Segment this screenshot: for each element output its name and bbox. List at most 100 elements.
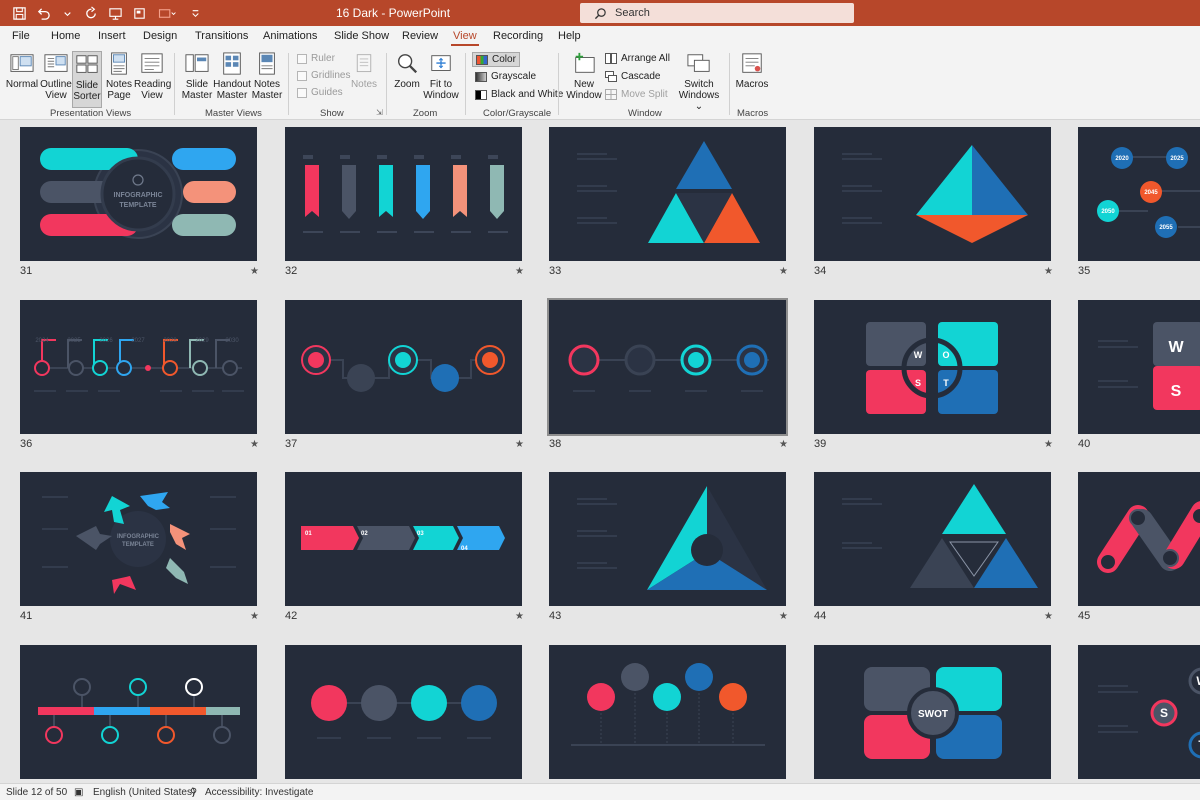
outline-view-label-2: View [45, 90, 67, 101]
outline-view-button[interactable]: Outline View [40, 51, 72, 101]
move-split-button[interactable]: Move Split [605, 89, 668, 100]
slide-40-w: W [1168, 339, 1184, 356]
slide-thumbnail-41[interactable]: INFOGRAPHIC TEMPLATE [20, 472, 257, 606]
gridlines-checkbox[interactable]: Gridlines [297, 70, 350, 81]
slide-thumbnail-43[interactable] [549, 472, 786, 606]
slide-thumbnail-42[interactable]: 01 02 03 04 [285, 472, 522, 606]
arrange-all-button[interactable]: Arrange All [605, 53, 670, 64]
window-title: 16 Dark - PowerPoint [336, 6, 451, 20]
handout-master-button[interactable]: Handout Master [213, 51, 251, 101]
tab-home[interactable]: Home [51, 30, 80, 42]
slide-49-title: SWOT [918, 709, 948, 720]
tab-recording[interactable]: Recording [493, 30, 543, 42]
tab-file[interactable]: File [12, 30, 30, 42]
black-and-white-button[interactable]: Black and White [475, 89, 563, 100]
slide-50-w: W [1196, 674, 1200, 688]
transition-star-icon[interactable]: ★ [515, 611, 524, 622]
slide-thumbnail-32[interactable] [285, 127, 522, 261]
slide-thumbnail-48[interactable] [549, 645, 786, 779]
notes-master-button[interactable]: Notes Master [251, 51, 283, 101]
shape-icon[interactable] [152, 3, 182, 23]
tab-review[interactable]: Review [402, 30, 438, 42]
zoom-button[interactable]: Zoom [392, 51, 422, 90]
slide-39-s: S [915, 378, 921, 388]
ruler-checkbox[interactable]: Ruler [297, 53, 335, 64]
slide-number: 43 [549, 610, 562, 622]
slide-thumbnail-44[interactable] [814, 472, 1051, 606]
notes-label: Notes [350, 79, 378, 90]
slide-42-step-2: 02 [361, 531, 368, 537]
slide-thumbnail-39[interactable]: W O S T [814, 300, 1051, 434]
normal-view-icon [10, 54, 34, 72]
proofing-icon[interactable]: ▣ [74, 787, 83, 798]
accessibility-status[interactable]: Accessibility: Investigate [205, 787, 313, 798]
tab-help[interactable]: Help [558, 30, 581, 42]
slide-thumbnail-50[interactable]: S W T [1078, 645, 1200, 779]
new-window-button[interactable]: New Window [566, 51, 602, 101]
transition-star-icon[interactable]: ★ [779, 611, 788, 622]
notes-button[interactable]: Notes [348, 51, 380, 90]
customize-quick-access-icon[interactable] [184, 3, 206, 23]
slide-41-subtitle: TEMPLATE [122, 542, 154, 548]
save-icon[interactable] [8, 3, 30, 23]
slide-thumbnail-45[interactable] [1078, 472, 1200, 606]
slide-42-step-3: 03 [417, 531, 424, 537]
slide-thumbnail-46[interactable] [20, 645, 257, 779]
dialog-launcher-icon[interactable]: ⇲ [376, 108, 383, 117]
tab-animations[interactable]: Animations [263, 30, 317, 42]
slide-sorter-icon [76, 55, 98, 73]
cascade-button[interactable]: Cascade [605, 71, 660, 82]
transition-star-icon[interactable]: ★ [515, 439, 524, 450]
slide-thumbnail-40[interactable]: W S [1078, 300, 1200, 434]
slide-thumbnail-33[interactable] [549, 127, 786, 261]
slide-31-title: INFOGRAPHIC [114, 192, 163, 199]
slide-thumbnail-37[interactable] [285, 300, 522, 434]
guides-checkbox[interactable]: Guides [297, 87, 343, 98]
slide-thumbnail-31[interactable]: INFOGRAPHIC TEMPLATE [20, 127, 257, 261]
language-status[interactable]: English (United States) [93, 787, 195, 798]
normal-view-button[interactable]: Normal [5, 51, 39, 90]
transition-star-icon[interactable]: ★ [1044, 611, 1053, 622]
transition-star-icon[interactable]: ★ [250, 611, 259, 622]
slide-sorter-button[interactable]: Slide Sorter [72, 51, 102, 108]
macros-button[interactable]: Macros [734, 51, 770, 90]
fit-to-window-button[interactable]: Fit to Window [423, 51, 459, 101]
arrange-all-label: Arrange All [621, 53, 670, 64]
slide-thumbnail-34[interactable] [814, 127, 1051, 261]
transition-star-icon[interactable]: ★ [250, 439, 259, 450]
reading-view-label-1: Reading [134, 79, 172, 90]
grayscale-button[interactable]: Grayscale [475, 71, 536, 82]
color-button[interactable]: Color [472, 52, 520, 67]
slide-thumbnail-49[interactable]: SWOT [814, 645, 1051, 779]
transition-star-icon[interactable]: ★ [779, 266, 788, 277]
transition-star-icon[interactable]: ★ [1044, 439, 1053, 450]
slide-thumbnail-35[interactable]: 2020 2025 2045 2050 2055 [1078, 127, 1200, 261]
slide-thumbnail-47[interactable] [285, 645, 522, 779]
notes-page-button[interactable]: Notes Page [104, 51, 134, 101]
transition-star-icon[interactable]: ★ [779, 439, 788, 450]
slide-36-year-6: 2029 [195, 338, 209, 344]
format-icon[interactable] [128, 3, 150, 23]
tab-slide-show[interactable]: Slide Show [334, 30, 389, 42]
slide-41-title: INFOGRAPHIC [117, 534, 160, 540]
macros-label: Macros [735, 79, 769, 90]
switch-windows-button[interactable]: Switch Windows ⌄ [676, 51, 722, 112]
transition-star-icon[interactable]: ★ [250, 266, 259, 277]
transition-star-icon[interactable]: ★ [1044, 266, 1053, 277]
chevron-down-icon[interactable] [56, 3, 78, 23]
tab-view[interactable]: View [451, 30, 479, 46]
tab-transitions[interactable]: Transitions [195, 30, 248, 42]
present-icon[interactable] [104, 3, 126, 23]
macros-icon [742, 53, 762, 73]
search-input[interactable]: Search [580, 3, 854, 23]
zoom-label: Zoom [394, 79, 420, 90]
undo-icon[interactable] [32, 3, 54, 23]
tab-design[interactable]: Design [143, 30, 177, 42]
reading-view-button[interactable]: Reading View [134, 51, 172, 101]
transition-star-icon[interactable]: ★ [515, 266, 524, 277]
slide-thumbnail-38[interactable] [547, 298, 788, 436]
slide-thumbnail-36[interactable]: 2024 2025 2026 2027 2028 2029 2030 [20, 300, 257, 434]
redo-icon[interactable] [80, 3, 102, 23]
slide-master-button[interactable]: Slide Master [180, 51, 214, 101]
tab-insert[interactable]: Insert [98, 30, 126, 42]
